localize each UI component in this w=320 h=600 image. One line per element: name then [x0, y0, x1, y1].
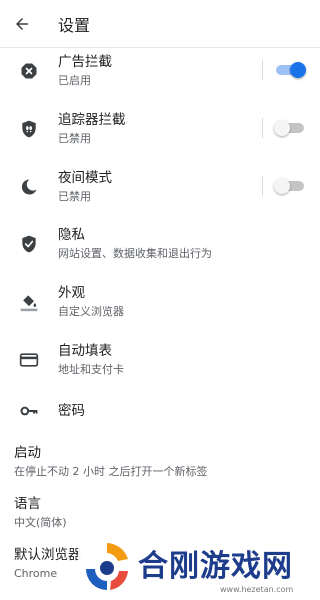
- app-bar: 设置: [0, 0, 320, 48]
- watermark-logo-icon: [86, 543, 128, 590]
- moon-icon: [18, 176, 40, 198]
- setting-title: 默认浏览器: [14, 546, 82, 563]
- setting-passwords[interactable]: 密码: [0, 398, 320, 424]
- watermark: 合刚游戏网 www.hezetan.com: [78, 535, 320, 600]
- page-title: 设置: [58, 15, 91, 35]
- setting-startup[interactable]: 启动 在停止不动 2 小时 之后打开一个新标签: [0, 443, 320, 479]
- setting-description: Chrome: [14, 566, 58, 580]
- setting-description: 地址和支付卡: [58, 363, 124, 376]
- toggle-knob: [274, 178, 290, 194]
- tracker-block-toggle[interactable]: [274, 120, 306, 136]
- setting-description: 在停止不动 2 小时 之后打开一个新标签: [14, 464, 208, 478]
- paint-bucket-icon: [18, 291, 40, 313]
- setting-status: 已启用: [58, 74, 91, 87]
- credit-card-icon: [18, 349, 40, 371]
- arrow-back-icon: [16, 17, 28, 30]
- toggle-knob: [274, 120, 290, 136]
- night-mode-toggle[interactable]: [274, 178, 306, 194]
- setting-title: 追踪器拦截: [58, 112, 126, 128]
- watermark-url: www.hezetan.com: [220, 585, 294, 594]
- setting-title: 启动: [14, 444, 41, 461]
- shield-check-icon: [18, 233, 40, 255]
- setting-title: 语言: [14, 495, 41, 512]
- key-icon: [18, 400, 40, 422]
- setting-title: 外观: [58, 285, 85, 301]
- watermark-brand: 合刚游戏网: [138, 549, 293, 584]
- ad-block-icon: [18, 60, 40, 82]
- setting-status: 已禁用: [58, 190, 91, 203]
- setting-language[interactable]: 语言 中文(简体): [0, 494, 320, 530]
- setting-ad-blocking[interactable]: 广告拦截 已启用: [0, 52, 320, 90]
- setting-title: 密码: [58, 403, 85, 419]
- setting-title: 自动填表: [58, 343, 112, 359]
- setting-status: 已禁用: [58, 132, 91, 145]
- divider: [262, 60, 263, 80]
- setting-title: 广告拦截: [58, 54, 112, 70]
- tracker-block-icon: [18, 118, 40, 140]
- setting-autofill[interactable]: 自动填表 地址和支付卡: [0, 341, 320, 379]
- setting-description: 网站设置、数据收集和退出行为: [58, 247, 212, 260]
- setting-tracker-blocking[interactable]: 追踪器拦截 已禁用: [0, 110, 320, 148]
- back-button[interactable]: [0, 0, 44, 48]
- setting-description: 中文(简体): [14, 515, 67, 529]
- divider: [262, 118, 263, 138]
- setting-title: 隐私: [58, 227, 85, 243]
- setting-description: 自定义浏览器: [58, 305, 124, 318]
- divider: [262, 176, 263, 196]
- setting-privacy[interactable]: 隐私 网站设置、数据收集和退出行为: [0, 225, 320, 263]
- setting-title: 夜间模式: [58, 170, 112, 186]
- toggle-knob: [290, 62, 306, 78]
- setting-appearance[interactable]: 外观 自定义浏览器: [0, 283, 320, 321]
- ad-block-toggle[interactable]: [274, 62, 306, 78]
- setting-night-mode[interactable]: 夜间模式 已禁用: [0, 168, 320, 206]
